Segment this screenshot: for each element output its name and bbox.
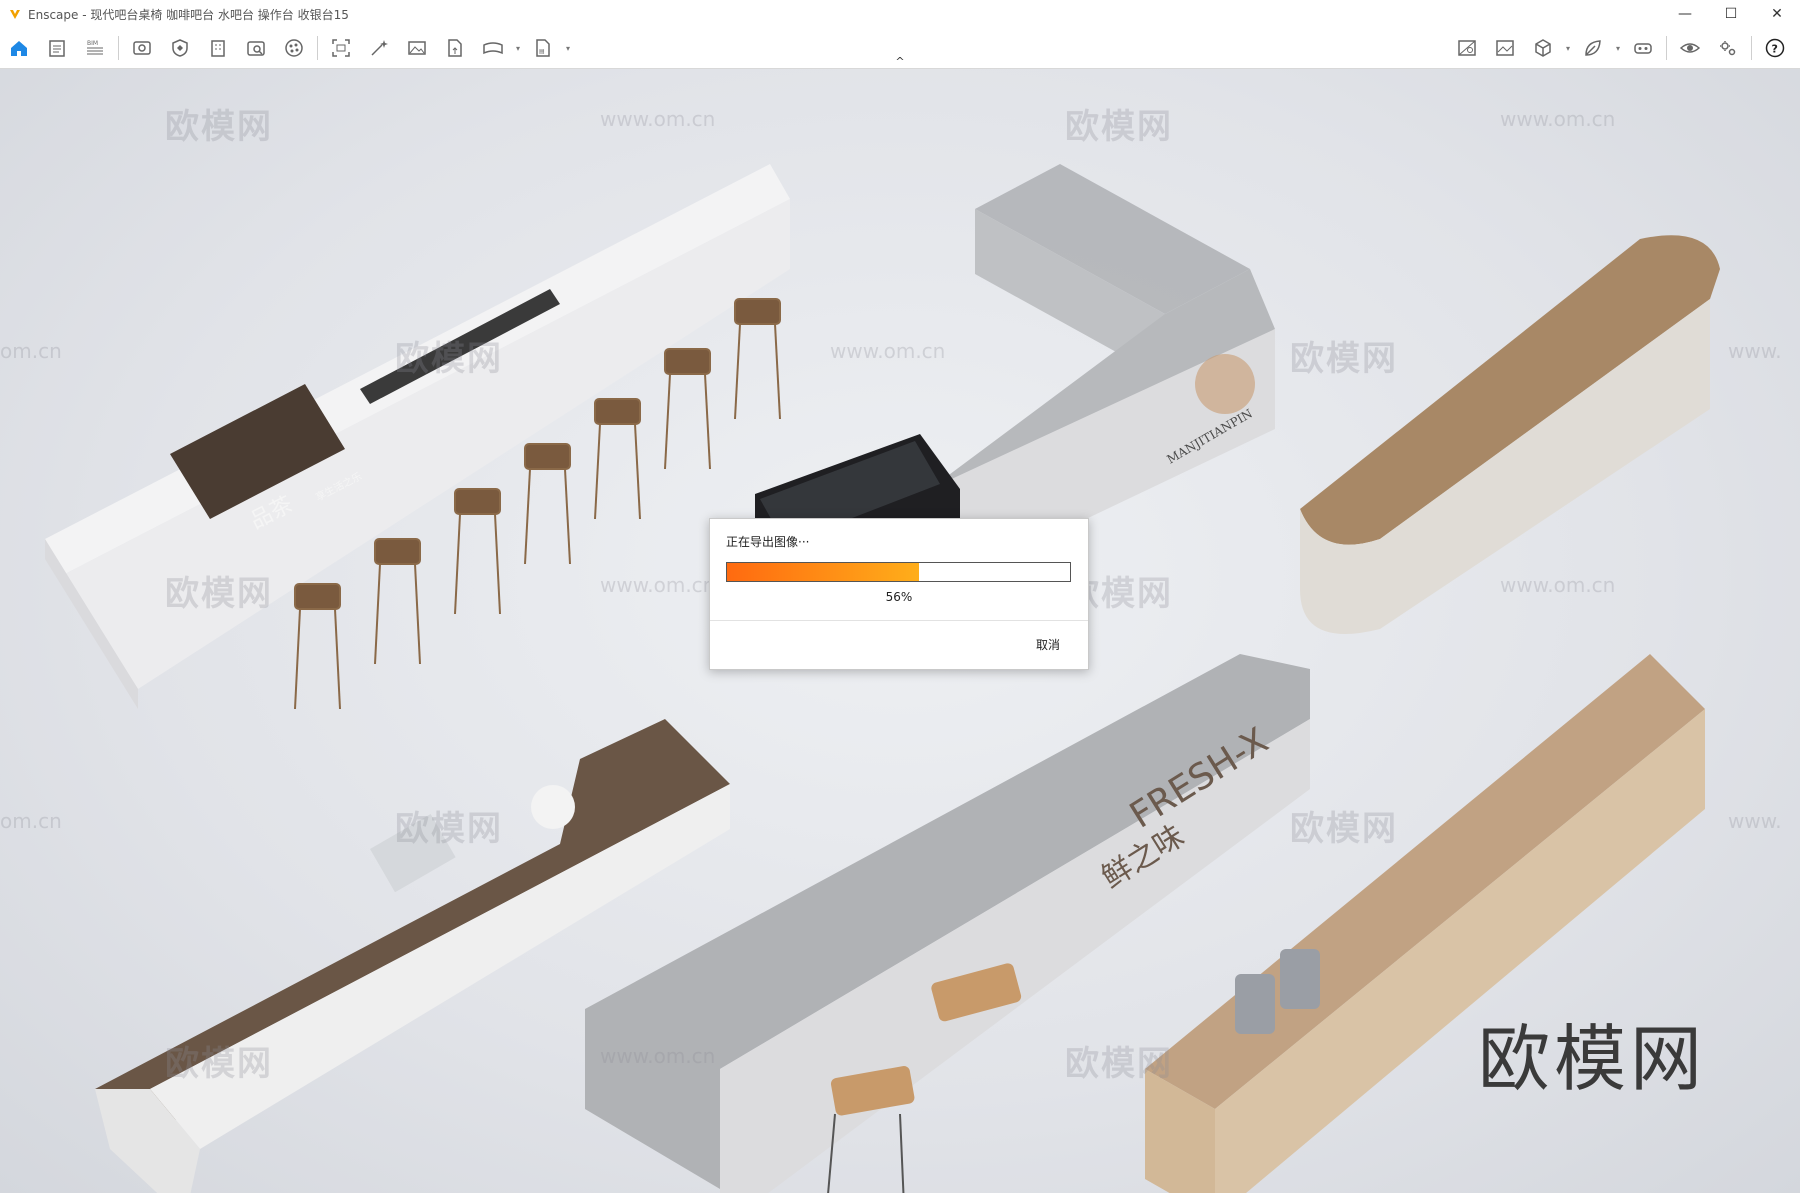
- watermark-url: www.om.cn: [1500, 573, 1616, 597]
- document-icon: [49, 40, 65, 57]
- cube-button[interactable]: [1524, 28, 1562, 68]
- watermark: 欧模网: [1290, 809, 1398, 849]
- dialog-divider: [710, 620, 1088, 621]
- eye-icon: [1679, 43, 1701, 53]
- watermark: 欧模网: [165, 107, 273, 147]
- window-controls: — ☐ ✕: [1662, 0, 1800, 28]
- image-button[interactable]: [398, 28, 436, 68]
- svg-text:BIM: BIM: [87, 40, 98, 47]
- watermark-url: www.om.cn: [600, 107, 716, 131]
- help-icon: ?: [1765, 38, 1785, 58]
- watermark-url: www.om.cn: [1500, 107, 1616, 131]
- gallery-button[interactable]: [1486, 28, 1524, 68]
- vr-headset-button[interactable]: [1624, 28, 1662, 68]
- material-button[interactable]: [275, 28, 313, 68]
- window-title: Enscape - 现代吧台桌椅 咖啡吧台 水吧台 操作台 收银台15: [28, 7, 349, 22]
- watermark: 欧模网: [1065, 1044, 1173, 1084]
- toolbar-separator: [1666, 36, 1667, 60]
- watermark-url: om.cn: [0, 809, 62, 833]
- asset-library-button[interactable]: [237, 28, 275, 68]
- watermark: 欧模网: [395, 339, 503, 379]
- panorama-button[interactable]: [474, 28, 512, 68]
- svg-text:▤: ▤: [539, 48, 545, 55]
- export-button[interactable]: [436, 28, 474, 68]
- watermark-url: www.: [1728, 339, 1782, 363]
- vr-headset-icon: [1634, 43, 1652, 54]
- title-bar: Enscape - 现代吧台桌椅 咖啡吧台 水吧台 操作台 收银台15 — ☐ …: [0, 0, 1800, 28]
- toolbar-right-group: ▾ ▾ ?: [1448, 28, 1794, 68]
- building-button[interactable]: [199, 28, 237, 68]
- progress-bar-fill: [727, 563, 920, 581]
- render-compare-icon: [1458, 40, 1476, 56]
- leaf-icon: [1585, 40, 1601, 56]
- building-icon: [211, 40, 225, 57]
- cube-icon: [1535, 39, 1551, 57]
- asset-library-icon: [247, 41, 265, 56]
- batch-export-dropdown[interactable]: ▾: [562, 28, 574, 68]
- shield-button[interactable]: [161, 28, 199, 68]
- watermark-url: www.om.cn: [830, 339, 946, 363]
- watermark-url: om.cn: [0, 339, 62, 363]
- progress-percent-label: 56%: [885, 590, 913, 604]
- panorama-dropdown[interactable]: ▾: [512, 28, 524, 68]
- watermark-url: www.om.cn: [600, 1044, 716, 1068]
- export-progress-dialog: 正在导出图像··· 56% 取消: [709, 518, 1089, 670]
- cube-dropdown[interactable]: ▾: [1562, 28, 1574, 68]
- magic-wand-button[interactable]: [360, 28, 398, 68]
- leaf-dropdown[interactable]: ▾: [1612, 28, 1624, 68]
- magic-wand-icon: [371, 40, 388, 56]
- watermark-url: www.om.cn: [600, 573, 716, 597]
- document-button[interactable]: [38, 28, 76, 68]
- visual-settings-icon: [133, 41, 151, 55]
- watermark: 欧模网: [165, 574, 273, 614]
- shield-icon: [172, 39, 188, 57]
- help-button[interactable]: ?: [1756, 28, 1794, 68]
- progress-bar: [726, 562, 1071, 582]
- screenshot-button[interactable]: [322, 28, 360, 68]
- svg-text:?: ?: [1772, 43, 1778, 56]
- home-button[interactable]: [0, 28, 38, 68]
- watermark-url: www.: [1728, 809, 1782, 833]
- cancel-button[interactable]: 取消: [1036, 636, 1060, 653]
- settings-gear-icon: [1720, 41, 1736, 56]
- render-compare-button[interactable]: [1448, 28, 1486, 68]
- enscape-logo-icon: [10, 10, 20, 19]
- dialog-title: 正在导出图像···: [726, 535, 810, 549]
- material-icon: [285, 39, 303, 57]
- image-icon: [408, 41, 426, 55]
- omo-logo-watermark: 欧模网: [1478, 1017, 1707, 1101]
- toolbar-separator: [118, 36, 119, 60]
- bim-icon: BIM: [87, 40, 103, 55]
- gallery-icon: [1496, 40, 1514, 56]
- screenshot-icon: [332, 39, 350, 57]
- watermark: 欧模网: [165, 1044, 273, 1084]
- watermark: 欧模网: [1065, 107, 1173, 147]
- batch-export-icon: ▤: [536, 39, 550, 57]
- watermark: 欧模网: [395, 809, 503, 849]
- toolbar-separator: [1751, 36, 1752, 60]
- bim-button[interactable]: BIM: [76, 28, 114, 68]
- visual-settings-button[interactable]: [123, 28, 161, 68]
- settings-button[interactable]: [1709, 28, 1747, 68]
- panorama-icon: [483, 42, 503, 55]
- eye-button[interactable]: [1671, 28, 1709, 68]
- close-button[interactable]: ✕: [1754, 0, 1800, 28]
- home-icon: [11, 41, 27, 56]
- leaf-button[interactable]: [1574, 28, 1612, 68]
- watermark: 欧模网: [1290, 339, 1398, 379]
- toolbar-separator: [317, 36, 318, 60]
- batch-export-button[interactable]: ▤: [524, 28, 562, 68]
- collapse-toolbar-caret[interactable]: ^: [888, 54, 912, 68]
- export-icon: [448, 39, 462, 57]
- maximize-button[interactable]: ☐: [1708, 0, 1754, 28]
- minimize-button[interactable]: —: [1662, 0, 1708, 28]
